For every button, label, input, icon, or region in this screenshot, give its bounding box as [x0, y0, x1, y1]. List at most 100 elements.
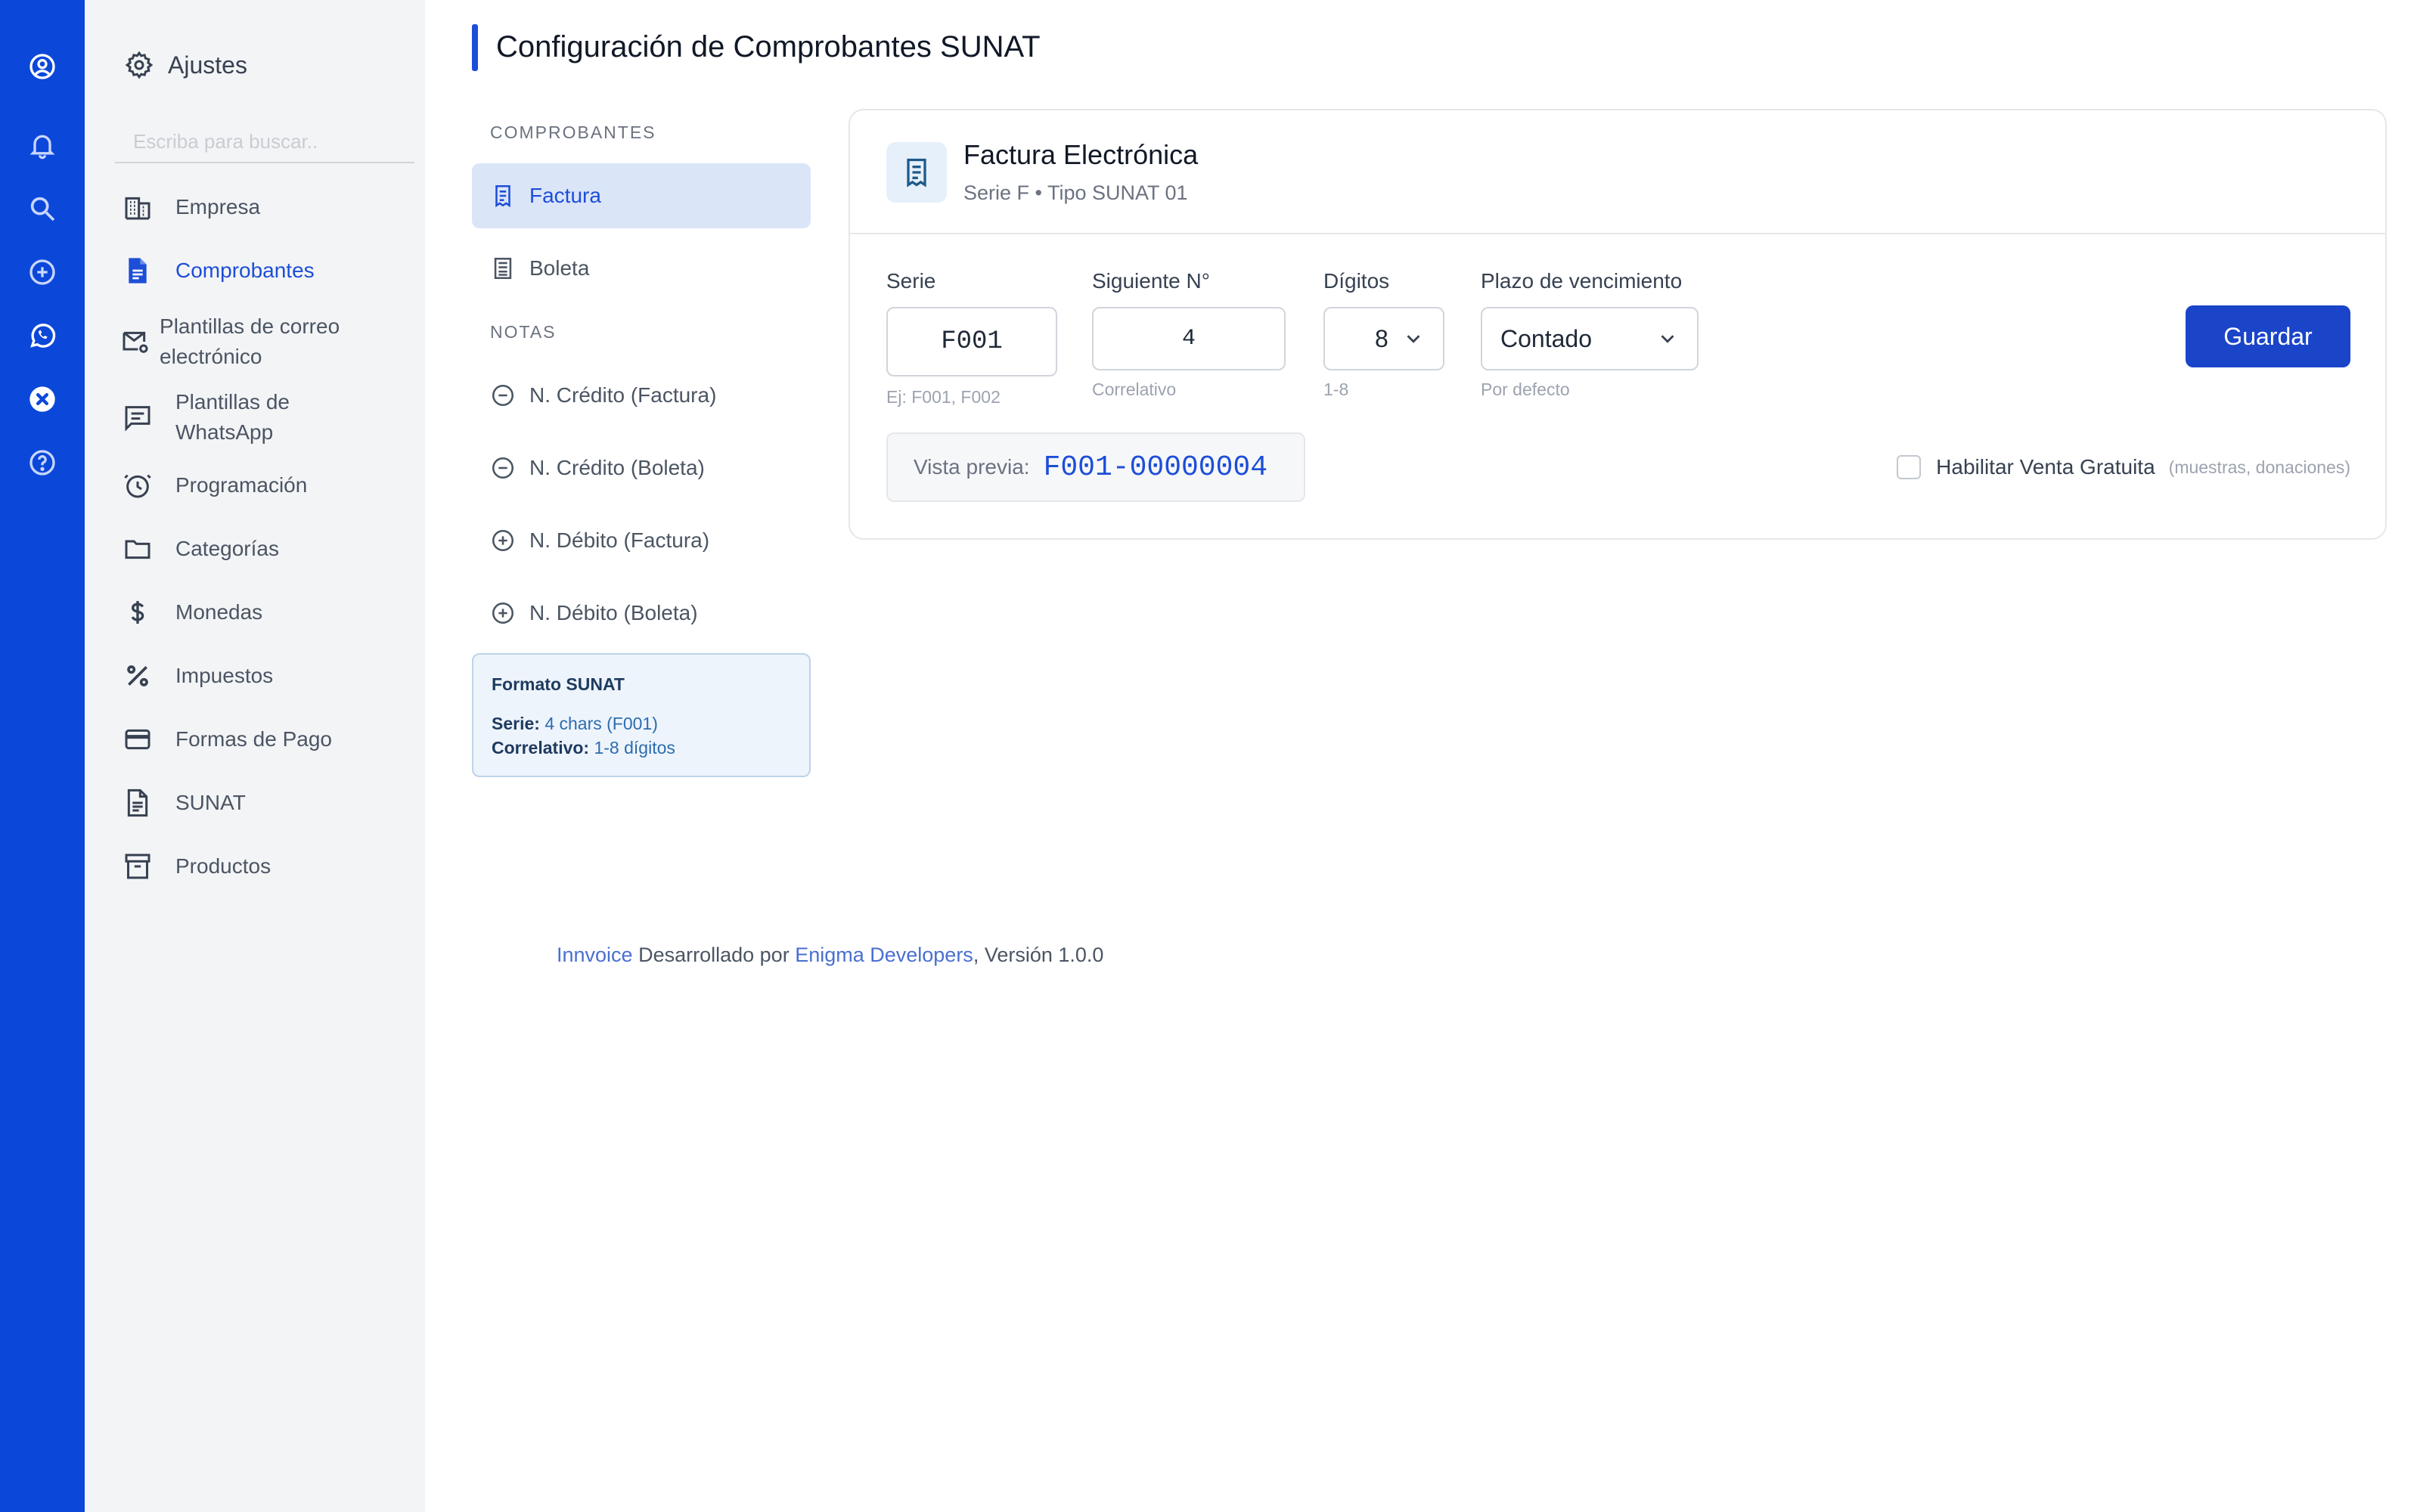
- minus-circle-icon: [492, 457, 514, 479]
- sidebar-item-label: Plantillas de correo electrónico: [160, 314, 340, 368]
- sunat-format-info: Formato SUNAT Serie: 4 chars (F001) Corr…: [472, 653, 811, 777]
- title-accent-bar: [472, 24, 478, 71]
- settings-search-input[interactable]: [115, 121, 414, 163]
- format-serie-row: Serie: 4 chars (F001): [492, 711, 791, 736]
- save-button[interactable]: Guardar: [2186, 305, 2350, 367]
- developer-link[interactable]: Enigma Developers: [795, 943, 973, 966]
- doc-item-factura[interactable]: Factura: [472, 163, 811, 228]
- sidebar-item-label: Categorías: [175, 537, 279, 560]
- sidebar-header: Ajustes: [124, 50, 247, 80]
- sidebar-item-label: Programación: [175, 473, 308, 497]
- building-icon: [115, 192, 160, 222]
- plazo-label: Plazo de vencimiento: [1481, 269, 1683, 293]
- doc-item-nd-factura[interactable]: N. Débito (Factura): [472, 508, 811, 573]
- venta-gratuita-checkbox[interactable]: [1897, 455, 1922, 479]
- serie-field[interactable]: [886, 307, 1057, 376]
- settings-sidebar: Ajustes Empresa Comprobantes Plantillas …: [85, 0, 425, 1512]
- siguiente-hint: Correlativo: [1092, 380, 1177, 399]
- file-text-icon: [115, 788, 160, 818]
- card-header: Factura Electrónica Serie F • Tipo SUNAT…: [850, 110, 2385, 234]
- chevron-down-icon: [1407, 335, 1420, 343]
- chevron-down-icon: [1661, 335, 1674, 343]
- footer-version: , Versión 1.0.0: [973, 943, 1104, 966]
- digitos-hint: 1-8: [1323, 380, 1349, 399]
- card-title: Factura Electrónica: [963, 139, 1199, 170]
- card-subtitle: Serie F • Tipo SUNAT 01: [963, 181, 1188, 204]
- sidebar-item-label: Comprobantes: [175, 259, 315, 282]
- sidebar-item-label: Impuestos: [175, 664, 274, 687]
- list-doc-icon: [494, 257, 512, 280]
- bell-icon[interactable]: [24, 127, 60, 163]
- sidebar-item-plantillas-correo[interactable]: Plantillas de correo electrónico: [115, 311, 414, 372]
- doc-item-nc-factura[interactable]: N. Crédito (Factura): [472, 363, 811, 428]
- sidebar-item-monedas[interactable]: Monedas: [115, 597, 414, 627]
- sidebar-item-formas-pago[interactable]: Formas de Pago: [115, 724, 414, 754]
- sidebar-item-label: SUNAT: [175, 791, 246, 814]
- doc-item-label: Factura: [529, 184, 601, 207]
- doc-item-label: N. Crédito (Boleta): [529, 456, 705, 479]
- digitos-value: 8: [1375, 324, 1388, 352]
- chat-lines-icon: [115, 402, 160, 432]
- factura-config-card: Factura Electrónica Serie F • Tipo SUNAT…: [849, 109, 2387, 540]
- app-link[interactable]: Innvoice: [557, 943, 633, 966]
- account-circle-icon[interactable]: [24, 48, 60, 85]
- footer: Innvoice Desarrollado por Enigma Develop…: [557, 943, 1103, 967]
- section-label-comprobantes: COMPROBANTES: [490, 122, 656, 142]
- add-circle-icon[interactable]: [24, 254, 60, 290]
- sidebar-item-label: Formas de Pago: [175, 727, 332, 751]
- preview-label: Vista previa:: [914, 455, 1030, 479]
- siguiente-input[interactable]: [1094, 308, 1284, 369]
- doc-item-nd-boleta[interactable]: N. Débito (Boleta): [472, 581, 811, 646]
- main-content: Configuración de Comprobantes SUNAT COMP…: [425, 0, 2420, 1512]
- plazo-value: Contado: [1500, 324, 1592, 352]
- mail-settings-icon: [115, 327, 155, 357]
- doc-item-label: N. Crédito (Factura): [529, 383, 717, 407]
- sidebar-item-impuestos[interactable]: Impuestos: [115, 661, 414, 691]
- plazo-select[interactable]: Contado: [1481, 307, 1699, 370]
- sidebar-item-categorias[interactable]: Categorías: [115, 534, 414, 564]
- sidebar-item-sunat[interactable]: SUNAT: [115, 788, 414, 818]
- serie-input[interactable]: [888, 308, 1056, 375]
- venta-gratuita-note: (muestras, donaciones): [2168, 457, 2350, 477]
- numbering-preview: Vista previa: F001-00000004: [886, 432, 1305, 502]
- icon-rail: [0, 0, 85, 1512]
- receipt-icon: [886, 142, 947, 203]
- sidebar-item-label: Plantillas de WhatsApp: [175, 390, 290, 444]
- minus-circle-icon: [492, 384, 514, 407]
- sidebar-item-programacion[interactable]: Programación: [115, 470, 414, 500]
- format-correlativo-value: 1-8 dígitos: [594, 738, 675, 758]
- doc-item-boleta[interactable]: Boleta: [472, 236, 811, 301]
- sidebar-item-label: Monedas: [175, 600, 263, 624]
- footer-text: Desarrollado por: [632, 943, 796, 966]
- venta-gratuita-label[interactable]: Habilitar Venta Gratuita: [1936, 455, 2155, 479]
- siguiente-field[interactable]: [1092, 307, 1286, 370]
- close-circle-icon[interactable]: [24, 381, 60, 417]
- sidebar-title: Ajustes: [168, 51, 247, 79]
- whatsapp-icon[interactable]: [24, 318, 60, 354]
- digitos-label: Dígitos: [1323, 269, 1390, 293]
- folder-icon: [115, 534, 160, 564]
- alarm-clock-icon: [115, 470, 160, 500]
- doc-item-label: Boleta: [529, 256, 590, 280]
- dollar-icon: [115, 597, 160, 627]
- section-label-notas: NOTAS: [490, 322, 557, 342]
- archive-box-icon: [115, 851, 160, 881]
- search-icon[interactable]: [24, 191, 60, 227]
- format-serie-value: 4 chars (F001): [544, 714, 658, 733]
- page-title: Configuración de Comprobantes SUNAT: [496, 30, 1041, 64]
- plazo-hint: Por defecto: [1481, 380, 1570, 399]
- sidebar-item-comprobantes[interactable]: Comprobantes: [115, 256, 414, 286]
- doc-item-nc-boleta[interactable]: N. Crédito (Boleta): [472, 435, 811, 500]
- serie-hint: Ej: F001, F002: [886, 387, 1001, 407]
- help-circle-icon[interactable]: [24, 445, 60, 481]
- sidebar-item-productos[interactable]: Productos: [115, 851, 414, 881]
- sidebar-item-label: Productos: [175, 854, 271, 878]
- format-correlativo-row: Correlativo: 1-8 dígitos: [492, 736, 791, 760]
- sidebar-item-empresa[interactable]: Empresa: [115, 192, 414, 222]
- digitos-select[interactable]: 8: [1323, 307, 1444, 370]
- sidebar-item-plantillas-whatsapp[interactable]: Plantillas de WhatsApp: [115, 387, 414, 448]
- doc-item-label: N. Débito (Boleta): [529, 601, 698, 624]
- document-icon: [115, 256, 160, 286]
- percent-icon: [115, 661, 160, 691]
- siguiente-label: Siguiente N°: [1092, 269, 1210, 293]
